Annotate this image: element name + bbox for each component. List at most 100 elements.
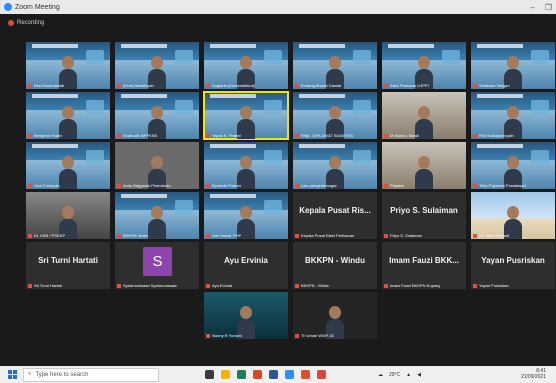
- participant-name: Ayu Ervinia: [212, 283, 233, 288]
- participant-name: Priyatmi: [390, 183, 405, 188]
- muted-mic-icon: [295, 133, 299, 138]
- participant-tile[interactable]: Yayan Pusriskan Yayan Pusriskan: [471, 242, 555, 289]
- search-placeholder: Type here to search: [35, 371, 89, 378]
- muted-mic-icon: [384, 133, 388, 138]
- taskbar-clock[interactable]: 8:41 21/09/2021: [521, 368, 546, 380]
- participant-display-name: Kepala Pusat Ris...: [299, 206, 371, 215]
- participant-tile[interactable]: Sugiarto (Kemendikbud): [204, 42, 288, 89]
- participant-name-label: Kepala Pusat Riset Perikanan: [295, 233, 354, 238]
- participant-name-label: Imam Fauzi BKKPN Kupang: [384, 283, 440, 288]
- participant-name-label: BKKPN - Windu: [295, 283, 329, 288]
- participant-tile[interactable]: IG - Bani Setyadi: [471, 192, 555, 239]
- participant-tile[interactable]: Tri Umari WWF-ID: [293, 292, 377, 339]
- windows-taskbar: ⌕ Type here to search ☁ 29°C ▲ ◀ 8:41 21…: [0, 366, 556, 383]
- muted-mic-icon: [384, 183, 388, 188]
- participant-name-label: Syahrunnisaan Syahrunnisaan: [117, 283, 177, 288]
- participant-tile[interactable]: Rifqi - DIPLOMAT SUMATRA: [293, 92, 377, 139]
- participant-tile[interactable]: Andy Bagyanto Priambodo: [115, 142, 199, 189]
- participant-tile[interactable]: Eprianto Pratam: [204, 142, 288, 189]
- muted-mic-icon: [28, 233, 32, 238]
- participant-name-label: Yayuk E. Pratiwi: [206, 133, 241, 138]
- participant-name-label: Andy Bagyanto Priambodo: [117, 183, 171, 188]
- participant-name: M Munira, Bandi: [390, 133, 420, 138]
- file-explorer-icon[interactable]: [221, 370, 230, 379]
- participant-name: Sugiarto (Kemendikbud): [212, 83, 256, 88]
- participant-tile[interactable]: Setiawan Tarigan: [471, 42, 555, 89]
- muted-mic-icon: [473, 283, 477, 288]
- participant-name-label: M Munira, Bandi: [384, 133, 419, 138]
- chrome-icon[interactable]: [301, 370, 310, 379]
- participant-tile[interactable]: BKKPN - Windu BKKPN - Windu: [293, 242, 377, 289]
- participant-tile[interactable]: Benjamin Kakin: [26, 92, 110, 139]
- muted-mic-icon: [206, 83, 210, 88]
- participant-tile[interactable]: Tetty Pujiastuti Purwitasari: [471, 142, 555, 189]
- muted-mic-icon: [28, 83, 32, 88]
- participant-name-label: Ayu Ervinia: [206, 283, 232, 288]
- participant-tile[interactable]: Ayu Ervinia Ayu Ervinia: [204, 242, 288, 289]
- participant-tile[interactable]: BKKPN Jimbo: [115, 192, 199, 239]
- task-view-icon[interactable]: [205, 370, 214, 379]
- participant-video: [59, 156, 77, 189]
- participant-name: Rini Sulistyaningsih: [479, 133, 514, 138]
- participant-tile[interactable]: M Munira, Bandi: [382, 92, 466, 139]
- participant-name-label: Priyo S. Sulaiman: [384, 233, 422, 238]
- participant-display-name: Yayan Pusriskan: [481, 256, 545, 265]
- recording-indicator[interactable]: Recording: [0, 14, 556, 32]
- participant-name-label: Eka Rachmawati: [28, 83, 64, 88]
- participant-tile[interactable]: Khairudin BPPKSB: [115, 92, 199, 139]
- participant-name-label: Lina Choiriyah: [28, 183, 60, 188]
- volume-icon[interactable]: ◀: [417, 372, 421, 378]
- participant-tile[interactable]: Eka Rachmawati: [26, 42, 110, 89]
- muted-mic-icon: [206, 233, 210, 238]
- network-icon[interactable]: ▲: [406, 372, 411, 378]
- participant-tile[interactable]: Lalu pengembangan: [293, 142, 377, 189]
- recording-label: Recording: [17, 20, 45, 26]
- participant-name: Syahrunnisaan Syahrunnisaan: [123, 283, 178, 288]
- participant-tile[interactable]: Lina Choiriyah: [26, 142, 110, 189]
- participant-name: Dwi Yuanti, PHP: [212, 233, 242, 238]
- participant-tile[interactable]: Zaini Permana LHPPI: [382, 42, 466, 89]
- participant-name: Tetty Pujiastuti Purwitasari: [479, 183, 526, 188]
- app-icon[interactable]: [317, 370, 326, 379]
- minimize-button[interactable]: –: [530, 3, 534, 12]
- participant-tile[interactable]: Endang Aisyah Daniati: [293, 42, 377, 89]
- participant-tile[interactable]: Nunny R Yunaini: [204, 292, 288, 339]
- muted-mic-icon: [295, 233, 299, 238]
- muted-mic-icon: [473, 183, 477, 188]
- participant-name: Sri Turni Hartati: [34, 283, 62, 288]
- word-icon[interactable]: [269, 370, 278, 379]
- participant-tile[interactable]: Dwi Yuanti, PHP: [204, 192, 288, 239]
- weather-icon: ☁: [378, 371, 383, 378]
- taskbar-search-input[interactable]: ⌕ Type here to search: [23, 367, 159, 382]
- system-tray: ☁ 29°C ▲ ◀: [378, 366, 421, 383]
- participant-name: Endang Aisyah Daniati: [301, 83, 342, 88]
- participant-name: Lina Choiriyah: [34, 183, 60, 188]
- participant-tile[interactable]: Yayuk E. Pratiwi: [203, 91, 289, 140]
- participant-video: [148, 206, 166, 239]
- participant-tile[interactable]: Rini Sulistyaningsih: [471, 92, 555, 139]
- participant-name-label: Rini Sulistyaningsih: [473, 133, 514, 138]
- participant-name: IG - Bani Setyadi: [479, 233, 510, 238]
- participant-name: Lalu pengembangan: [301, 183, 338, 188]
- participant-tile[interactable]: Kepala Pusat Ris... Kepala Pusat Riset Pe…: [293, 192, 377, 239]
- participant-name-label: Rifqi - DIPLOMAT SUMATRA: [295, 133, 353, 138]
- participant-tile[interactable]: Sri Turni Hartati Sri Turni Hartati: [26, 242, 110, 289]
- participant-tile[interactable]: Dr. KEB / PSDKP: [26, 192, 110, 239]
- edge-icon[interactable]: [237, 370, 246, 379]
- participant-tile[interactable]: S Syahrunnisaan Syahrunnisaan: [115, 242, 199, 289]
- participant-name: Tri Umari WWF-ID: [301, 333, 334, 338]
- participant-display-name: Ayu Ervinia: [224, 256, 268, 265]
- participant-tile[interactable]: Priyo S. Sulaiman Priyo S. Sulaiman: [382, 192, 466, 239]
- muted-mic-icon: [473, 233, 477, 238]
- muted-mic-icon: [206, 133, 210, 138]
- participant-name-label: Yayan Pusriskan: [473, 283, 509, 288]
- participant-tile[interactable]: Imam Fauzi BKK... Imam Fauzi BKKPN Kupang: [382, 242, 466, 289]
- participant-tile[interactable]: (Host) Mardhiyah: [115, 42, 199, 89]
- muted-mic-icon: [295, 183, 299, 188]
- windows-start-icon[interactable]: [8, 370, 17, 379]
- zoom-taskbar-icon[interactable]: [285, 370, 294, 379]
- powerpoint-icon[interactable]: [253, 370, 262, 379]
- muted-mic-icon: [117, 183, 121, 188]
- maximize-button[interactable]: ❐: [545, 3, 552, 12]
- participant-tile[interactable]: Priyatmi: [382, 142, 466, 189]
